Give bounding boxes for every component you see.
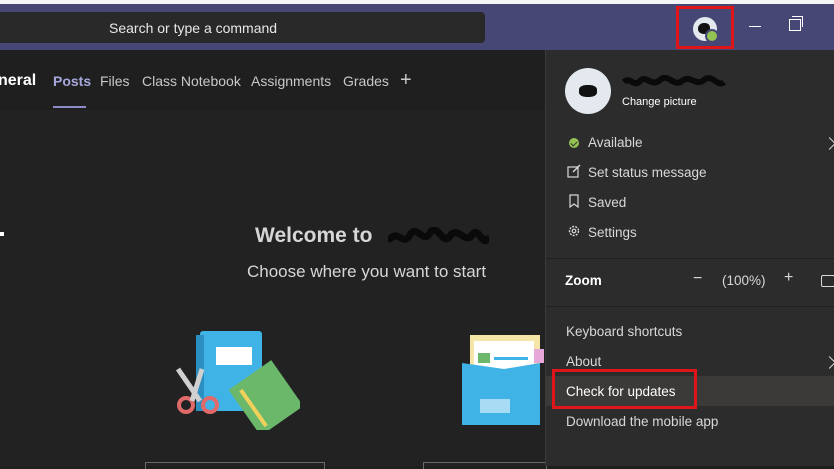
tab-assignments[interactable]: Assignments [251,73,331,89]
change-picture-link[interactable]: Change picture [622,96,697,108]
status-available-icon [569,138,579,148]
minimize-icon[interactable] [749,16,763,30]
status-available-icon [705,29,719,43]
zoom-out-button[interactable]: − [693,270,702,288]
tab-posts[interactable]: Posts [53,73,91,89]
channel-name: neral [0,72,37,89]
avatar-redaction [579,85,597,97]
tab-grades[interactable]: Grades [343,73,389,89]
saved-item[interactable]: Saved [588,195,626,210]
welcome-heading: Welcome to [255,224,373,247]
menu-divider [546,306,834,307]
search-input[interactable]: Search or type a command [0,12,485,43]
profile-picture[interactable] [565,68,611,114]
settings-item[interactable]: Settings [588,225,637,240]
profile-menu: Change picture Available Set status mess… [545,50,834,466]
zoom-in-button[interactable]: + [784,269,793,287]
welcome-subtitle: Choose where you want to start [247,262,487,281]
bookmark-icon [569,194,579,208]
search-placeholder: Search or type a command [109,20,278,36]
download-mobile-app-item[interactable]: Download the mobile app [566,414,718,429]
profile-avatar-button[interactable] [676,6,734,49]
gear-icon [568,225,580,237]
tab-class-notebook[interactable]: Class Notebook [142,73,241,89]
channel-tab-bar: neral Posts Files Class Notebook Assignm… [0,60,545,110]
zoom-level: (100%) [722,273,766,288]
keyboard-shortcuts-item[interactable]: Keyboard shortcuts [566,324,682,339]
status-available-item[interactable]: Available [588,135,643,150]
folder-documents-illustration [462,335,544,425]
redacted-team-name [388,227,489,245]
restore-icon[interactable] [789,16,803,31]
avatar [693,17,719,43]
menu-divider [546,258,834,259]
redacted-user-name [622,75,726,87]
tab-files[interactable]: Files [100,73,130,89]
notebook-supplies-illustration [175,331,300,430]
highlight-box [552,369,697,409]
edit-status-icon [567,164,581,178]
add-tab-button[interactable]: + [400,69,412,92]
window-top-edge [0,0,834,4]
title-bar: Search or type a command [0,0,834,50]
fullscreen-icon[interactable] [821,275,834,287]
zoom-label: Zoom [565,273,602,288]
edge-marker [0,232,4,236]
about-item[interactable]: About [566,354,601,369]
chevron-right-icon [823,356,834,369]
set-status-message-item[interactable]: Set status message [588,165,707,180]
chevron-right-icon [823,137,834,150]
active-tab-indicator [53,106,86,108]
